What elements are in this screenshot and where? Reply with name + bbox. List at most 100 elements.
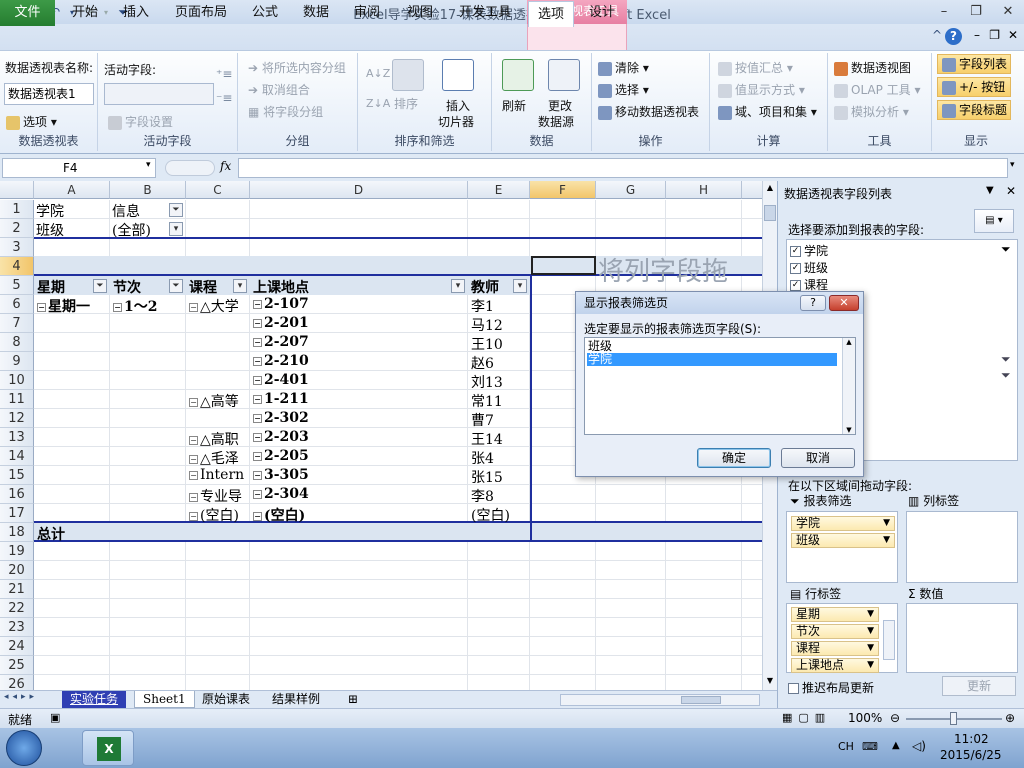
zoom-slider-thumb[interactable] — [950, 712, 957, 725]
collapse-icon[interactable]: − — [37, 302, 46, 312]
formula-bar-resize-handle[interactable] — [165, 160, 215, 176]
row-header[interactable]: 15 — [0, 466, 34, 485]
doc-restore-icon[interactable]: ❐ — [989, 28, 1000, 42]
name-box-dropdown-icon[interactable]: ▾ — [146, 160, 151, 170]
pane-layout-icon[interactable]: ▤ ▾ — [974, 209, 1014, 233]
collapse-icon[interactable]: − — [253, 511, 262, 521]
checkbox-icon[interactable]: ✓ — [790, 246, 801, 257]
field-list-toggle[interactable]: 字段列表 — [937, 54, 1011, 74]
insert-slicer-label-1[interactable]: 插入 — [446, 97, 470, 114]
col-header-g[interactable]: G — [596, 181, 666, 199]
sort-button[interactable]: 排序 — [394, 95, 418, 112]
tab-developer[interactable]: 开发工具 — [450, 0, 520, 26]
header-room-filter[interactable]: ▾ — [451, 278, 465, 293]
scroll-up-icon[interactable]: ▲ — [843, 338, 855, 346]
collapse-icon[interactable]: − — [253, 356, 262, 366]
clock-date[interactable]: 2015/6/25 — [940, 748, 1002, 762]
row-header[interactable]: 23 — [0, 618, 34, 637]
volume-icon[interactable]: ◁) — [912, 739, 926, 753]
collapse-icon[interactable]: − — [253, 299, 262, 309]
col-header-b[interactable]: B — [110, 181, 186, 199]
row-header[interactable]: 24 — [0, 637, 34, 656]
row-header[interactable]: 8 — [0, 333, 34, 352]
listbox-item-college-selected[interactable]: 学院 — [587, 353, 837, 366]
row-header[interactable]: 4 — [0, 257, 34, 276]
active-cell-f4[interactable] — [531, 256, 596, 275]
col-header-d[interactable]: D — [250, 181, 468, 199]
tab-home[interactable]: 开始 — [62, 0, 108, 26]
tab-design[interactable]: 设计 — [580, 0, 624, 26]
listbox-item-class[interactable]: 班级 — [587, 340, 837, 353]
field-item[interactable]: ✓ 学院 — [790, 242, 828, 259]
change-source-label-2[interactable]: 数据源 — [538, 113, 574, 130]
header-day-filter[interactable]: ⏷ — [93, 278, 107, 293]
field-settings-button[interactable]: 字段设置 — [108, 113, 173, 130]
header-course-filter[interactable]: ▾ — [233, 278, 247, 293]
taskbar-excel-button[interactable]: X — [82, 730, 134, 766]
tab-formulas[interactable]: 公式 — [243, 0, 287, 26]
ungroup-button[interactable]: ➔ 取消组合 — [248, 81, 310, 98]
row-header[interactable]: 16 — [0, 485, 34, 504]
tab-view[interactable]: 视图 — [398, 0, 442, 26]
sheet-nav-icon[interactable]: ◂◂▸▸ — [4, 692, 38, 702]
row-header[interactable]: 14 — [0, 447, 34, 466]
collapse-icon[interactable]: − — [253, 470, 262, 480]
col-header-c[interactable]: C — [186, 181, 250, 199]
listbox-scrollbar[interactable]: ▲ ▼ — [842, 338, 855, 434]
pt-name-input[interactable]: 数据透视表1 — [4, 83, 94, 105]
h-scroll-thumb[interactable] — [681, 696, 721, 704]
sheet-tab-sheet1[interactable]: Sheet1 — [134, 691, 195, 708]
row-chip-room[interactable]: 上课地点 ▼ — [791, 658, 879, 673]
tab-data[interactable]: 数据 — [294, 0, 338, 26]
options-button[interactable]: 选项 ▾ — [6, 113, 57, 130]
fields-items-sets-button[interactable]: 域、项目和集 ▾ — [718, 103, 817, 120]
insert-slicer-label-2[interactable]: 切片器 — [438, 113, 474, 130]
row-header[interactable]: 1 — [0, 200, 34, 219]
row-chip-course[interactable]: 课程 ▼ — [791, 641, 879, 656]
sheet-tab-task[interactable]: 实验任务 — [62, 691, 127, 708]
field-item[interactable]: ✓ 班级 — [790, 259, 828, 276]
col-header-e[interactable]: E — [468, 181, 530, 199]
filter-chip-college[interactable]: 学院 ▼ — [791, 516, 895, 531]
row-header[interactable]: 21 — [0, 580, 34, 599]
row-header[interactable]: 11 — [0, 390, 34, 409]
active-field-input[interactable] — [104, 83, 214, 105]
header-period-filter[interactable]: ⏷ — [169, 278, 183, 293]
row-header[interactable]: 18 — [0, 523, 34, 542]
expand-field-icon[interactable]: ⁺≡ — [216, 67, 232, 81]
sheet-tab-raw[interactable]: 原始课表 — [194, 691, 258, 708]
row-header[interactable]: 7 — [0, 314, 34, 333]
tab-file[interactable]: 文件 — [0, 0, 55, 26]
header-teacher-filter[interactable]: ▾ — [513, 278, 527, 293]
collapse-icon[interactable]: − — [253, 451, 262, 461]
collapse-icon[interactable]: − — [189, 397, 198, 407]
refresh-button[interactable]: 刷新 — [502, 97, 526, 114]
select-all-corner[interactable] — [0, 181, 34, 199]
row-header[interactable]: 12 — [0, 409, 34, 428]
field-headers-toggle[interactable]: 字段标题 — [937, 100, 1011, 120]
filter-chip-class[interactable]: 班级 ▼ — [791, 533, 895, 548]
row-chip-day[interactable]: 星期 ▼ — [791, 607, 879, 622]
insert-slicer-icon[interactable] — [442, 59, 474, 91]
show-values-as-button[interactable]: 值显示方式 ▾ — [718, 81, 805, 98]
expand-formula-bar-icon[interactable]: ▾ — [1010, 160, 1015, 170]
scroll-thumb[interactable] — [764, 205, 776, 221]
dialog-help-icon[interactable]: ? — [800, 295, 826, 311]
tab-page-layout[interactable]: 页面布局 — [165, 0, 237, 26]
defer-update-checkbox[interactable]: 推迟布局更新 — [788, 679, 874, 696]
view-buttons-icon[interactable]: ▦▢▥ — [782, 711, 831, 724]
sort-az-icon[interactable]: A↓Z — [366, 67, 390, 80]
row-header[interactable]: 2 — [0, 219, 34, 238]
row-header[interactable]: 13 — [0, 428, 34, 447]
row-header[interactable]: 22 — [0, 599, 34, 618]
col-header-h[interactable]: H — [666, 181, 742, 199]
row-header[interactable]: 19 — [0, 542, 34, 561]
collapse-icon[interactable]: − — [189, 302, 198, 312]
scroll-down-icon[interactable]: ▼ — [843, 426, 855, 434]
move-pivottable-button[interactable]: 移动数据透视表 — [598, 103, 699, 120]
collapse-icon[interactable]: − — [189, 470, 198, 480]
horizontal-scrollbar[interactable] — [560, 694, 760, 706]
dialog-close-icon[interactable]: ✕ — [829, 295, 859, 311]
pane-menu-icon[interactable]: ▼ — [986, 185, 994, 196]
collapse-icon[interactable]: − — [253, 318, 262, 328]
